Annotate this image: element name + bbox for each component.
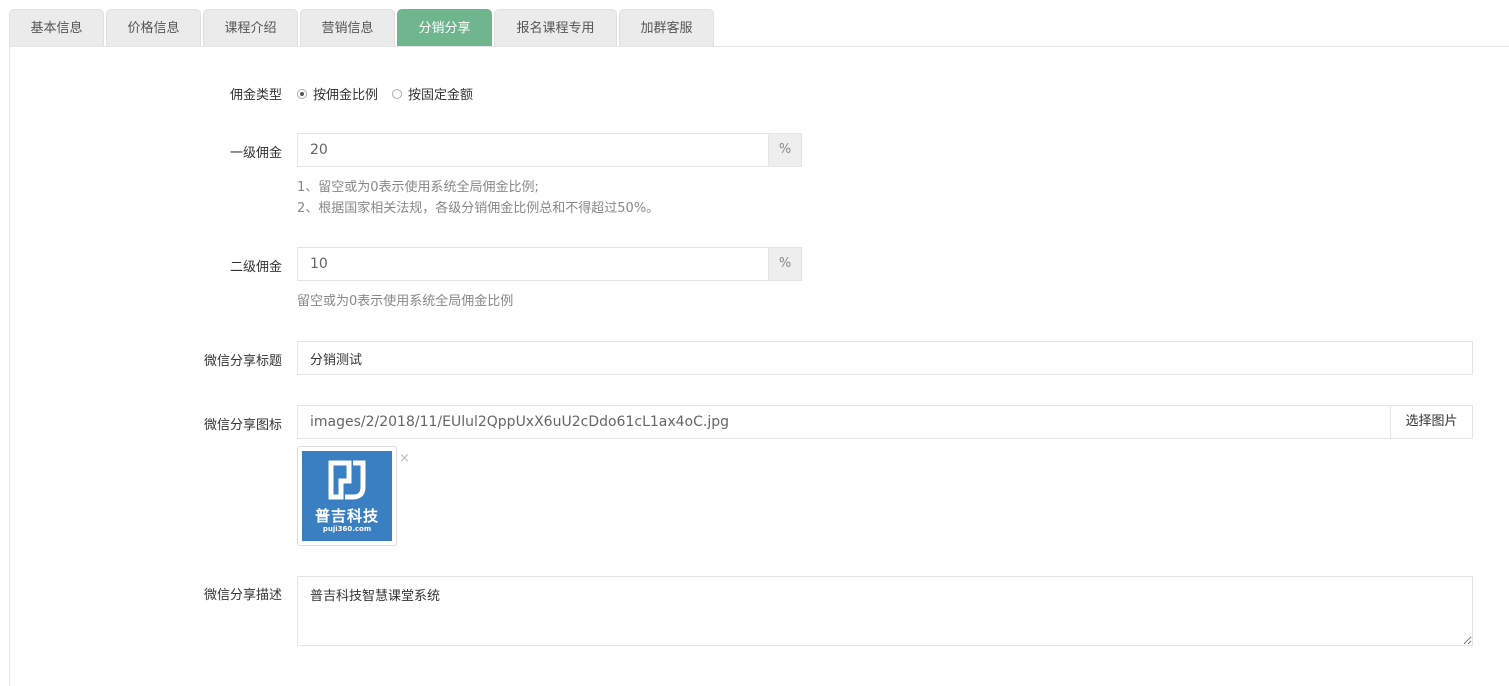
- puji-logo-mark-icon: [328, 460, 366, 500]
- tab-marketing-info[interactable]: 营销信息: [300, 9, 395, 46]
- tab-distribution-share[interactable]: 分销分享: [397, 9, 492, 46]
- level1-help-line-1: 1、留空或为0表示使用系统全局佣金比例;: [297, 180, 539, 195]
- radio-by-ratio[interactable]: 按佣金比例: [297, 84, 378, 103]
- level2-percent-addon: %: [768, 247, 802, 281]
- commission-type-label: 佣金类型: [229, 88, 282, 103]
- radio-by-fixed-amount[interactable]: 按固定金额: [392, 84, 473, 103]
- radio-unchecked-icon[interactable]: [392, 88, 403, 99]
- level2-commission-label: 二级佣金: [229, 260, 282, 275]
- level1-commission-label: 一级佣金: [229, 146, 282, 161]
- level1-percent-addon: %: [768, 133, 802, 167]
- tab-group-service[interactable]: 加群客服: [619, 9, 714, 46]
- puji-logo-text: 普吉科技: [314, 507, 379, 525]
- share-desc-textarea[interactable]: 普吉科技智慧课堂系统: [297, 576, 1473, 646]
- puji-logo-url: puji360.com: [322, 525, 372, 533]
- level1-commission-input[interactable]: [297, 133, 768, 167]
- radio-by-fixed-amount-label: 按固定金额: [408, 88, 474, 103]
- remove-image-close-icon[interactable]: ×: [399, 451, 410, 466]
- radio-checked-icon[interactable]: [297, 88, 307, 99]
- share-icon-group: 选择图片: [297, 405, 1473, 439]
- commission-type-radio-group: 按佣金比例 按固定金额: [297, 84, 479, 103]
- radio-by-ratio-label: 按佣金比例: [313, 88, 379, 103]
- share-desc-label: 微信分享描述: [203, 588, 282, 603]
- tab-bar: 基本信息 价格信息 课程介绍 营销信息 分销分享 报名课程专用 加群客服: [9, 9, 716, 46]
- tab-signup-course[interactable]: 报名课程专用: [494, 9, 617, 46]
- share-icon-label: 微信分享图标: [203, 418, 282, 433]
- tab-price-info[interactable]: 价格信息: [106, 9, 201, 46]
- share-icon-path-input[interactable]: [297, 405, 1390, 439]
- puji-logo: 普吉科技 puji360.com: [302, 451, 392, 541]
- level1-commission-group: %: [297, 133, 802, 167]
- level1-help-line-2: 2、根据国家相关法规，各级分销佣金比例总和不得超过50%。: [297, 201, 660, 216]
- share-title-label: 微信分享标题: [203, 354, 282, 369]
- tab-course-intro[interactable]: 课程介绍: [203, 9, 298, 46]
- level2-commission-group: %: [297, 247, 802, 281]
- level1-help: 1、留空或为0表示使用系统全局佣金比例; 2、根据国家相关法规，各级分销佣金比例…: [297, 177, 659, 219]
- share-title-input[interactable]: [297, 341, 1473, 375]
- level2-help: 留空或为0表示使用系统全局佣金比例: [297, 294, 514, 309]
- tab-basic-info[interactable]: 基本信息: [9, 9, 104, 46]
- select-image-button[interactable]: 选择图片: [1390, 405, 1473, 439]
- level2-commission-input[interactable]: [297, 247, 768, 281]
- share-icon-thumbnail: 普吉科技 puji360.com: [297, 446, 397, 546]
